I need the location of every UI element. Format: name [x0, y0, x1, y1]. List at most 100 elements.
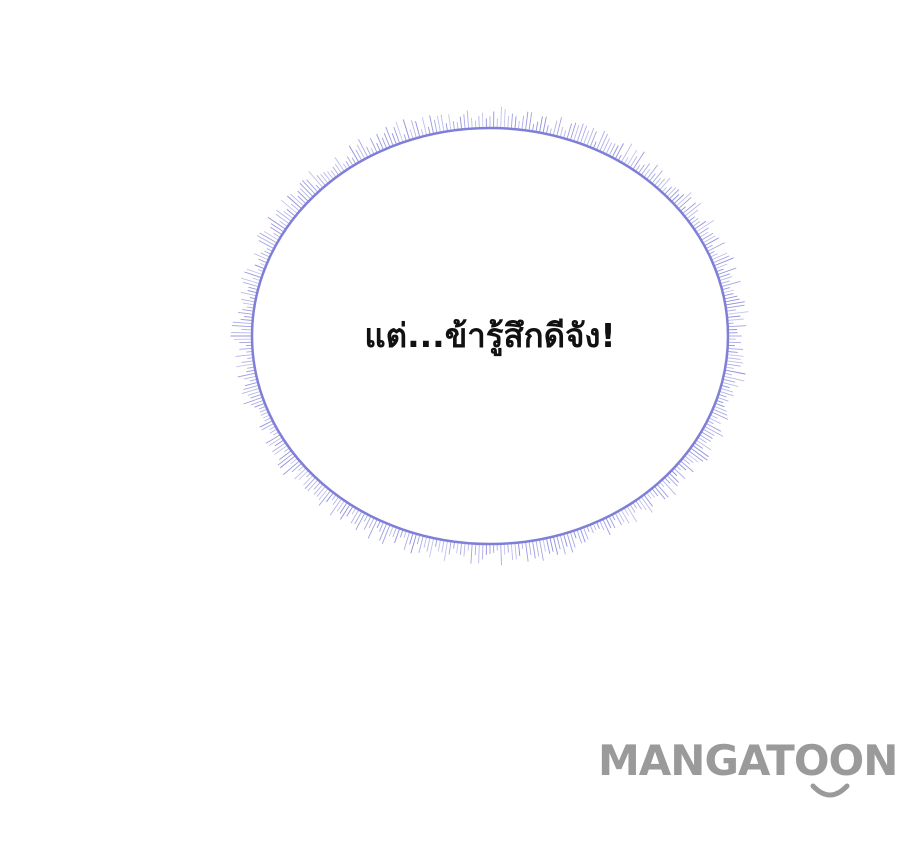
bubble-fringe-stroke	[559, 126, 564, 138]
bubble-fringe-stroke	[718, 273, 731, 279]
bubble-fringe-stroke	[354, 511, 363, 525]
bubble-fringe-stroke	[244, 375, 257, 380]
bubble-fringe-stroke	[711, 252, 728, 261]
bubble-fringe-stroke	[673, 194, 685, 205]
bubble-fringe-stroke	[623, 507, 629, 516]
bubble-fringe-stroke	[240, 291, 257, 297]
bubble-fringe-stroke	[545, 538, 551, 554]
bubble-fringe-stroke	[535, 540, 540, 557]
bubble-fringe-stroke	[291, 462, 302, 473]
bubble-fringe-stroke	[659, 177, 671, 191]
comic-panel: แต่...ข้ารู้สึกดีจัง! MANGATOON	[0, 0, 900, 852]
bubble-fringe-stroke	[452, 121, 455, 131]
bubble-fringe-stroke	[699, 434, 712, 442]
bubble-fringe-stroke	[532, 540, 536, 559]
bubble-fringe-stroke	[500, 106, 502, 129]
smile-icon	[810, 783, 850, 798]
bubble-fringe-stroke	[705, 423, 722, 432]
bubble-fringe-stroke	[250, 393, 262, 399]
bubble-fringe-stroke	[542, 116, 547, 134]
bubble-fringe-stroke	[440, 114, 445, 132]
bubble-fringe-stroke	[463, 114, 466, 130]
bubble-fringe-stroke	[379, 523, 388, 541]
bubble-fringe-stroke	[258, 240, 275, 249]
bubble-fringe-stroke	[272, 442, 286, 453]
bubble-fringe-stroke	[556, 535, 561, 550]
bubble-fringe-stroke	[656, 178, 666, 189]
bubble-fringe-stroke	[722, 378, 736, 383]
bubble-fringe-stroke	[474, 543, 477, 556]
bubble-fringe-stroke	[478, 115, 480, 129]
bubble-fringe-stroke	[528, 541, 532, 556]
bubble-fringe-stroke	[507, 115, 510, 129]
watermark-brand-text: MANGATOON	[598, 736, 898, 785]
bubble-fringe-stroke	[366, 146, 372, 157]
bubble-fringe-stroke	[599, 520, 605, 531]
bubble-fringe-stroke	[535, 121, 539, 132]
bubble-fringe-stroke	[602, 138, 611, 153]
bubble-fringe-stroke	[313, 483, 324, 495]
bubble-fringe-stroke	[542, 538, 546, 552]
bubble-fringe-stroke	[259, 420, 273, 428]
bubble-fringe-stroke	[724, 369, 746, 375]
bubble-fringe-stroke	[471, 117, 473, 129]
bubble-fringe-stroke	[517, 120, 520, 130]
bubble-fringe-stroke	[385, 126, 394, 147]
bubble-fringe-stroke	[614, 512, 622, 526]
bubble-fringe-stroke	[253, 253, 269, 261]
bubble-fringe-stroke	[429, 115, 435, 134]
bubble-fringe-stroke	[720, 387, 734, 393]
bubble-fringe-stroke	[525, 541, 529, 562]
bubble-fringe-stroke	[712, 255, 730, 264]
bubble-fringe-stroke	[367, 519, 378, 539]
bubble-fringe-stroke	[723, 293, 734, 297]
bubble-fringe-stroke	[694, 220, 707, 230]
bubble-fringe-stroke	[436, 115, 441, 133]
bubble-fringe-stroke	[402, 119, 411, 141]
bubble-fringe-stroke	[242, 302, 255, 306]
bubble-fringe-stroke	[715, 402, 725, 408]
bubble-fringe-stroke	[576, 529, 583, 544]
bubble-fringe-stroke	[459, 116, 463, 130]
bubble-fringe-stroke	[626, 149, 638, 167]
bubble-fringe-stroke	[470, 543, 473, 564]
bubble-fringe-stroke	[297, 195, 307, 205]
bubble-fringe-stroke	[528, 112, 533, 131]
bubble-fringe-stroke	[316, 175, 326, 186]
bubble-fringe-stroke	[651, 170, 663, 184]
bubble-fringe-stroke	[517, 542, 521, 556]
bubble-fringe-stroke	[326, 492, 334, 503]
bubble-fringe-stroke	[376, 133, 384, 151]
bubble-fringe-stroke	[700, 431, 713, 439]
bubble-fringe-stroke	[283, 210, 294, 220]
bubble-fringe-stroke	[713, 257, 734, 267]
bubble-fringe-stroke	[275, 213, 290, 225]
bubble-fringe-stroke	[443, 540, 448, 561]
bubble-fringe-stroke	[376, 142, 381, 152]
bubble-fringe-stroke	[358, 138, 369, 158]
bubble-fringe-stroke	[704, 237, 719, 247]
bubble-fringe-stroke	[418, 535, 424, 553]
bubble-fringe-stroke	[395, 121, 404, 143]
bubble-fringe-stroke	[421, 117, 428, 136]
bubble-fringe-stroke	[258, 258, 268, 264]
bubble-fringe-stroke	[626, 505, 638, 523]
bubble-fringe-stroke	[316, 486, 326, 497]
bubble-fringe-stroke	[503, 109, 506, 129]
bubble-fringe-stroke	[388, 525, 394, 537]
bubble-fringe-stroke	[294, 467, 307, 480]
bubble-fringe-stroke	[320, 173, 329, 184]
bubble-fringe-stroke	[426, 537, 431, 552]
bubble-fringe-stroke	[330, 170, 337, 178]
bubble-fringe-stroke	[369, 138, 378, 153]
bubble-fringe-stroke	[336, 500, 345, 512]
bubble-fringe-stroke	[521, 115, 525, 130]
bubble-fringe-stroke	[614, 143, 624, 160]
bubble-fringe-stroke	[433, 119, 438, 134]
bubble-fringe-stroke	[602, 519, 611, 536]
bubble-fringe-stroke	[539, 116, 543, 133]
bubble-fringe-stroke	[268, 436, 283, 446]
bubble-fringe-stroke	[429, 538, 435, 558]
bubble-fringe-stroke	[415, 121, 421, 138]
bubble-fringe-stroke	[348, 145, 360, 163]
